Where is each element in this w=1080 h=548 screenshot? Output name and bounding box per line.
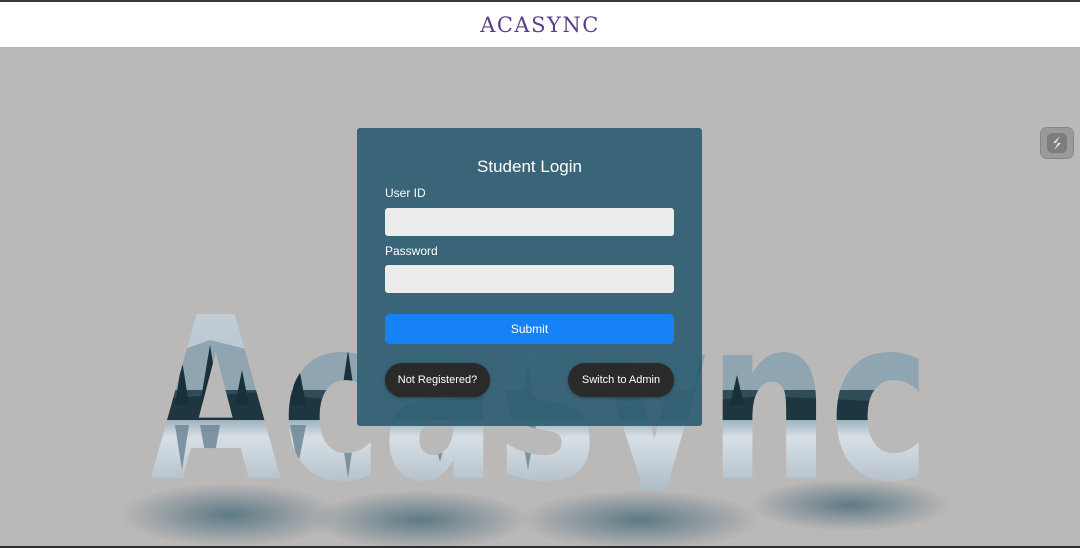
header-bar: ACASYNC [0,2,1080,47]
not-registered-button[interactable]: Not Registered? [385,363,490,397]
s-logo-icon [1047,133,1067,153]
password-input[interactable] [385,265,674,293]
login-card: Student Login User ID Password Submit No… [357,128,702,426]
switch-to-admin-button[interactable]: Switch to Admin [568,363,674,397]
brand-title: ACASYNC [480,12,600,37]
submit-button[interactable]: Submit [385,314,674,344]
floating-widget-button[interactable] [1040,127,1074,159]
password-label: Password [385,244,438,258]
user-id-label: User ID [385,186,426,200]
login-title: Student Login [477,157,582,176]
user-id-input[interactable] [385,208,674,236]
